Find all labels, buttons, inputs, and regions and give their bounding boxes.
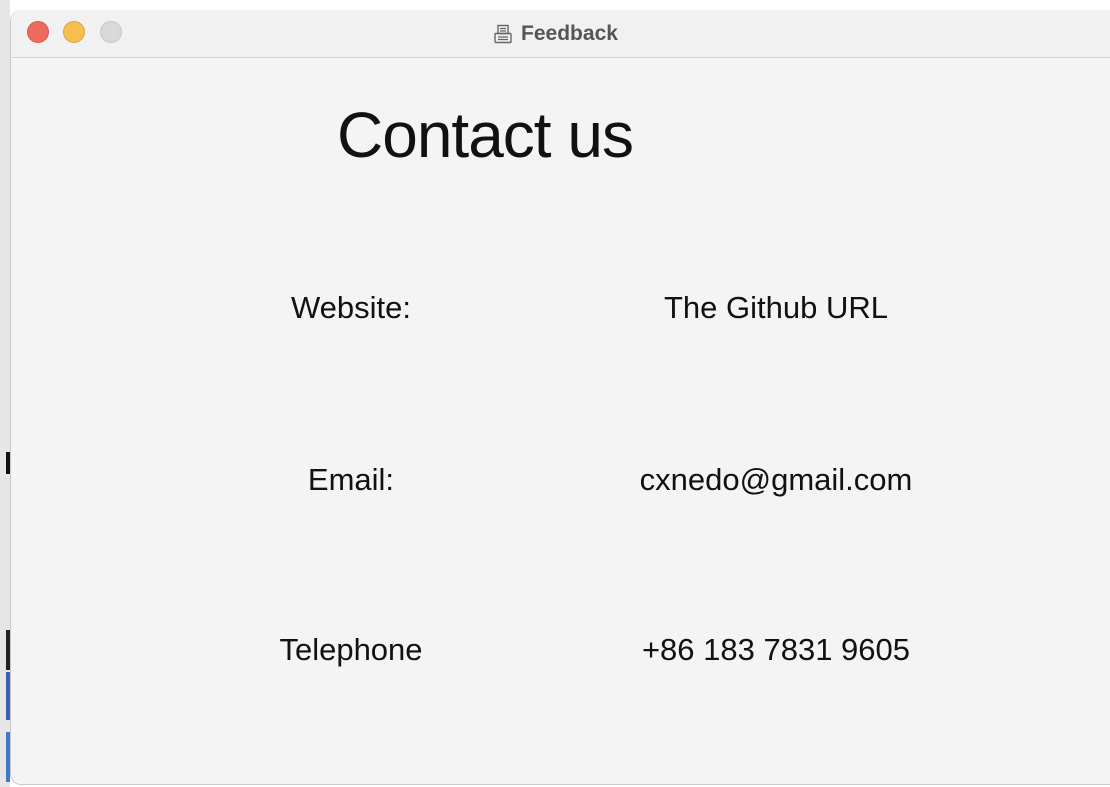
website-label: Website:	[290, 290, 412, 325]
email-value: cxnedo@gmail.com	[639, 462, 913, 497]
telephone-value: +86 183 7831 9605	[641, 632, 911, 667]
feedback-window: Feedback Contact us Website: The Github …	[10, 10, 1110, 785]
window-title-group: Feedback	[11, 10, 1110, 57]
telephone-label: Telephone	[279, 632, 423, 667]
email-label: Email:	[307, 462, 395, 497]
desktop-background-strip	[0, 0, 10, 787]
website-value: The Github URL	[664, 290, 888, 325]
window-title: Feedback	[521, 21, 618, 45]
fax-icon	[493, 24, 513, 44]
title-bar[interactable]: Feedback	[11, 10, 1110, 58]
page-title: Contact us	[337, 99, 634, 171]
